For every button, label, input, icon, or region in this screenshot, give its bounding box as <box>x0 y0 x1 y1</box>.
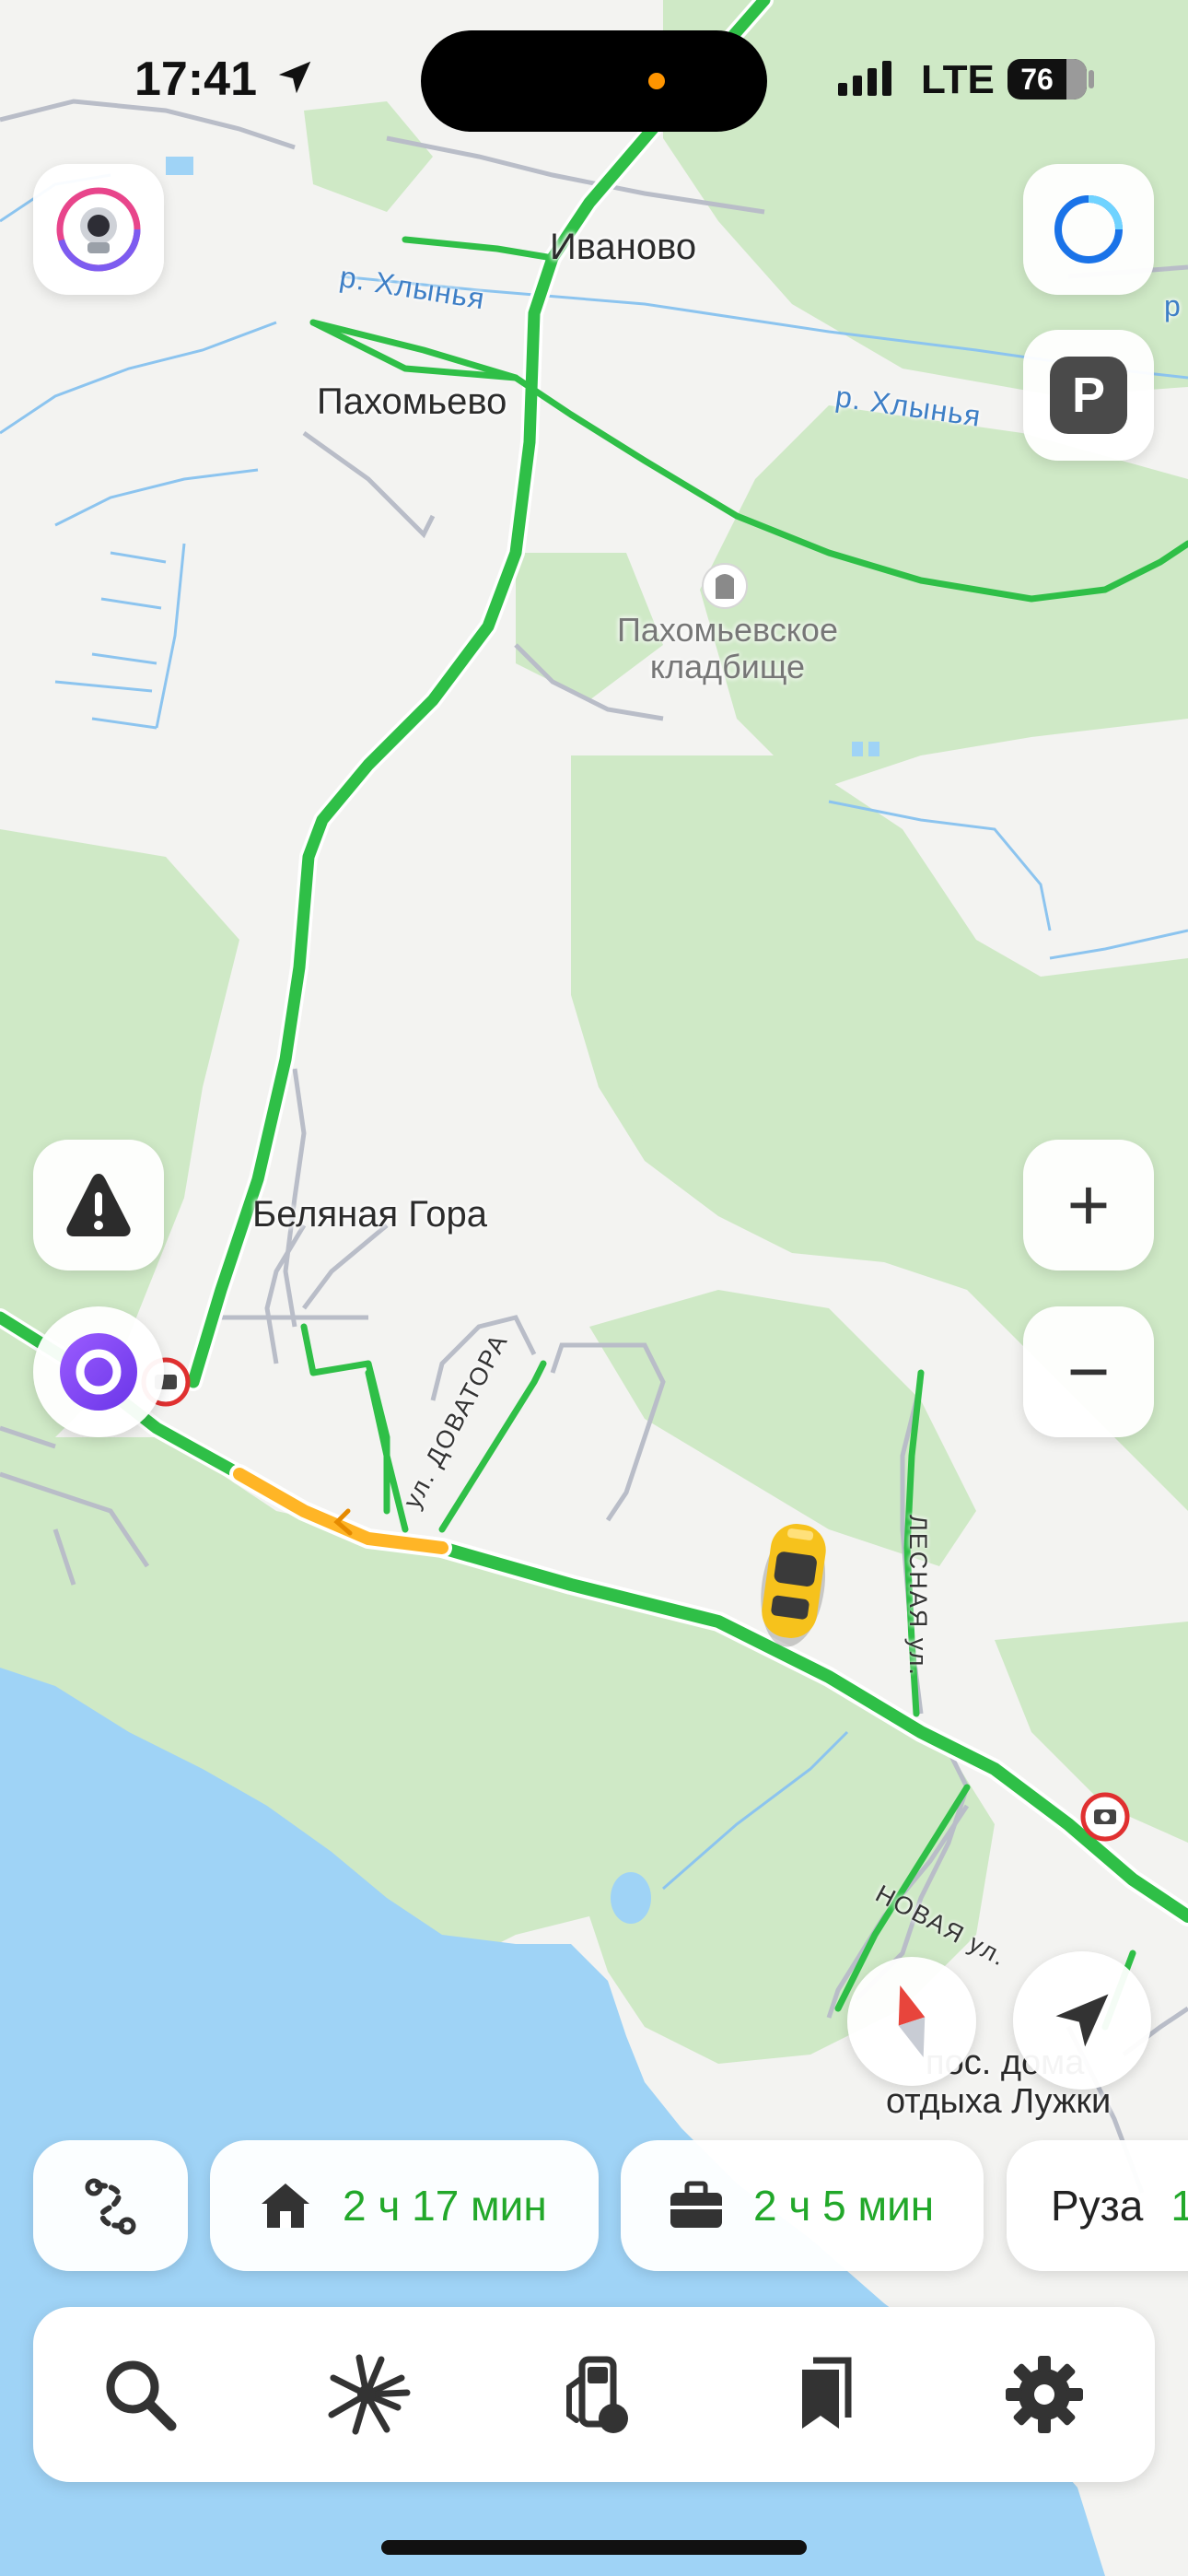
my-location-button[interactable] <box>1013 1951 1151 2090</box>
bookmarks-button[interactable] <box>774 2348 866 2441</box>
work-eta: 2 ч 5 мин <box>753 2182 935 2230</box>
route-options-button[interactable] <box>33 2140 188 2271</box>
bookmarks-icon <box>802 2357 852 2429</box>
network-type: LTE <box>921 57 995 102</box>
privacy-indicator-icon <box>648 73 665 89</box>
alice-icon <box>60 1333 137 1411</box>
bottom-navigation <box>33 2307 1155 2482</box>
assistant-ring-icon <box>1054 195 1123 263</box>
gear-icon <box>1006 2356 1083 2433</box>
home-indicator[interactable] <box>381 2540 807 2555</box>
search-icon <box>106 2360 177 2431</box>
ruza-route-chip[interactable]: Руза 1 <box>1007 2140 1188 2271</box>
ruza-label: Руза <box>1051 2182 1144 2230</box>
search-button[interactable] <box>94 2348 186 2441</box>
street-label-lesnaya: ЛЕСНАЯ ул. <box>904 1515 932 1677</box>
battery-icon: 76 <box>1007 59 1087 100</box>
compass-button[interactable] <box>847 1957 976 2086</box>
signal-icon <box>838 59 899 106</box>
avatar-icon <box>56 187 141 272</box>
voice-search-button[interactable] <box>1023 164 1154 295</box>
cemetery-label-line1: Пахомьевское <box>617 611 838 649</box>
traffic-camera-icon <box>1080 1792 1130 1842</box>
discovery-button[interactable] <box>320 2348 413 2441</box>
place-label-pakhomyevo: Пахомьево <box>317 381 507 422</box>
battery-cap <box>1089 70 1094 88</box>
place-label-ivanovo: Иваново <box>550 227 697 267</box>
profile-button[interactable] <box>33 164 164 295</box>
work-route-chip[interactable]: 2 ч 5 мин <box>621 2140 984 2271</box>
discovery-icon <box>328 2354 411 2435</box>
plus-icon: + <box>1066 1164 1111 1246</box>
home-icon <box>262 2184 309 2228</box>
fuel-button[interactable] <box>549 2348 641 2441</box>
cemetery-icon <box>702 563 748 609</box>
river-label-khlynya-edge: р <box>1164 289 1182 322</box>
zoom-in-button[interactable]: + <box>1023 1140 1154 1270</box>
home-route-chip[interactable]: 2 ч 17 мин <box>210 2140 599 2271</box>
settings-button[interactable] <box>998 2348 1090 2441</box>
warning-icon <box>66 1174 131 1236</box>
battery-level: 76 <box>1020 63 1054 96</box>
compass-icon <box>898 1985 926 2057</box>
location-arrow-icon <box>279 61 311 94</box>
parking-icon: P <box>1050 357 1127 434</box>
dynamic-island <box>421 30 767 132</box>
parking-button[interactable]: P <box>1023 330 1154 461</box>
fuel-icon <box>566 2356 628 2433</box>
home-eta: 2 ч 17 мин <box>343 2182 547 2230</box>
zoom-out-button[interactable]: − <box>1023 1306 1154 1437</box>
briefcase-icon <box>670 2181 722 2228</box>
report-incident-button[interactable] <box>33 1140 164 1270</box>
minus-icon: − <box>1066 1330 1111 1412</box>
cemetery-label-line2: кладбище <box>649 648 806 685</box>
cemetery-label: Пахомьевское кладбище <box>589 612 866 685</box>
route-icon <box>85 2178 136 2235</box>
clock: 17:41 <box>134 53 257 106</box>
status-time: 17:41 <box>134 52 316 107</box>
alice-assistant-button[interactable] <box>33 1306 164 1437</box>
ruza-eta: 1 <box>1171 2182 1188 2230</box>
place-label-belyanaya-gora: Беляная Гора <box>252 1194 487 1235</box>
navigation-arrow-icon <box>1055 1994 1109 2047</box>
